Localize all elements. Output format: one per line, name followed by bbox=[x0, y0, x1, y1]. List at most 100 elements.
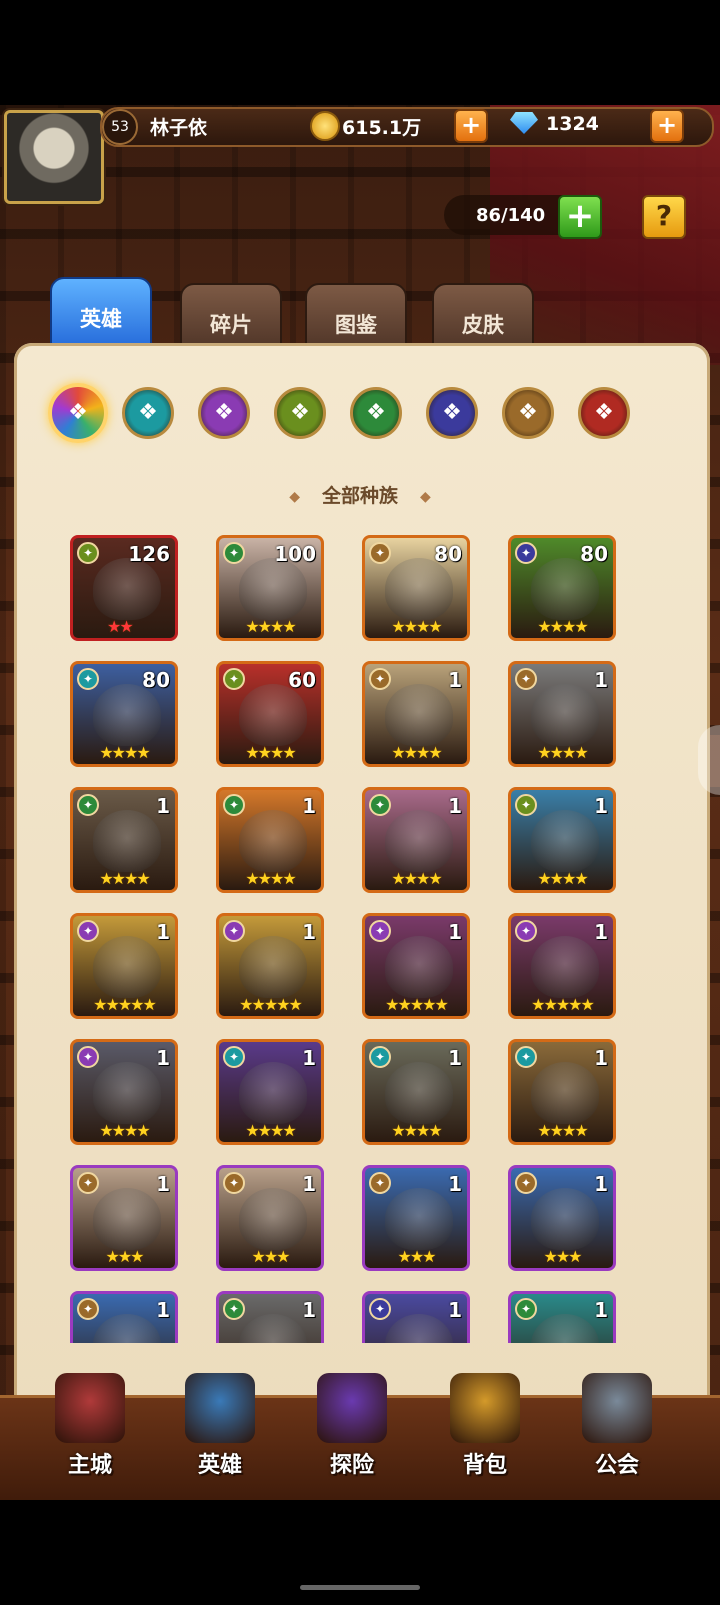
hero-card[interactable]: ✦ 100 ★★★★ bbox=[216, 535, 324, 641]
hero-level: 1 bbox=[594, 1172, 608, 1196]
hero-card[interactable]: ✦ 1 ★★★★ bbox=[70, 1039, 178, 1145]
hero-portrait bbox=[531, 810, 599, 872]
hero-portrait bbox=[93, 1314, 161, 1343]
hero-portrait bbox=[239, 1188, 307, 1250]
hero-card[interactable]: ✦ 1 ★★★★ bbox=[508, 661, 616, 767]
hero-race-icon: ✦ bbox=[223, 1298, 245, 1320]
demon-race-icon[interactable]: ❖ bbox=[426, 387, 478, 439]
hero-race-icon: ✦ bbox=[77, 1172, 99, 1194]
hero-stars: ★★★★ bbox=[99, 743, 150, 762]
hero-race-icon: ✦ bbox=[223, 794, 245, 816]
add-diamond-button[interactable]: + bbox=[650, 109, 684, 143]
hero-race-icon: ✦ bbox=[77, 794, 99, 816]
hero-card[interactable]: ✦ 1 ★★★ bbox=[70, 1165, 178, 1271]
race-filter-title: ◆ 全部种族 ◆ bbox=[0, 481, 720, 508]
hero-level: 1 bbox=[448, 920, 462, 944]
player-avatar[interactable] bbox=[4, 110, 104, 204]
nav-guild-tower[interactable]: 公会 bbox=[562, 1373, 672, 1493]
hero-level: 1 bbox=[156, 1172, 170, 1196]
hero-level: 80 bbox=[142, 668, 170, 692]
hero-portrait bbox=[385, 684, 453, 746]
hero-stars: ★★★★ bbox=[391, 617, 442, 636]
hero-level: 1 bbox=[448, 1298, 462, 1322]
hero-portrait bbox=[531, 1188, 599, 1250]
hero-capacity: 86/140 bbox=[476, 205, 546, 226]
hero-stars: ★★★ bbox=[543, 1247, 582, 1266]
hero-card[interactable]: ✦ 80 ★★★★ bbox=[362, 535, 470, 641]
green-eye-race-icon[interactable]: ❖ bbox=[274, 387, 326, 439]
hero-portrait bbox=[531, 1314, 599, 1343]
leaf-race-icon[interactable]: ❖ bbox=[350, 387, 402, 439]
hero-stars: ★★★★ bbox=[245, 743, 296, 762]
hero-race-icon: ✦ bbox=[515, 542, 537, 564]
hero-portrait bbox=[93, 684, 161, 746]
hero-card[interactable]: ✦ 1 ★★★★★ bbox=[70, 913, 178, 1019]
hero-card[interactable]: ✦ 1 ★★★★ bbox=[362, 1039, 470, 1145]
hero-card[interactable]: ✦1★★★ bbox=[362, 1165, 470, 1271]
hero-card[interactable]: ✦ 126 ★★ bbox=[70, 535, 178, 641]
race-title-label: 全部种族 bbox=[321, 485, 398, 507]
hero-race-icon: ✦ bbox=[369, 920, 391, 942]
hero-level: 1 bbox=[448, 668, 462, 692]
nav-castle[interactable]: 主城 bbox=[35, 1373, 145, 1493]
hero-card[interactable]: ✦ 80 ★★★★ bbox=[70, 661, 178, 767]
hero-card[interactable]: ✦ 1 ★★★★★ bbox=[362, 913, 470, 1019]
hero-icon bbox=[185, 1373, 255, 1443]
purple-race-icon[interactable]: ❖ bbox=[198, 387, 250, 439]
hero-portrait bbox=[385, 936, 453, 998]
add-gold-button[interactable]: + bbox=[454, 109, 488, 143]
hero-level: 1 bbox=[302, 794, 316, 818]
expand-capacity-button[interactable]: + bbox=[558, 195, 602, 239]
hero-level: 1 bbox=[594, 668, 608, 692]
hero-card[interactable]: ✦1★★★ bbox=[508, 1291, 616, 1343]
hero-card[interactable]: ✦ 1 ★★★★ bbox=[70, 787, 178, 893]
hero-race-icon: ✦ bbox=[77, 1046, 99, 1068]
hero-card[interactable]: ✦ 1 ★★★★ bbox=[362, 661, 470, 767]
hero-level: 1 bbox=[448, 1046, 462, 1070]
all-races-icon[interactable]: ❖ bbox=[48, 383, 108, 443]
hero-stars: ★★★★ bbox=[245, 869, 296, 888]
hero-card[interactable]: ✦1★★★ bbox=[216, 1291, 324, 1343]
hero-card[interactable]: ✦1★★★ bbox=[216, 1165, 324, 1271]
hero-race-icon: ✦ bbox=[369, 1046, 391, 1068]
hero-race-icon: ✦ bbox=[515, 794, 537, 816]
hero-stars: ★★★ bbox=[251, 1247, 290, 1266]
gesture-bar[interactable] bbox=[300, 1585, 420, 1590]
hero-level: 1 bbox=[156, 1298, 170, 1322]
hero-portrait bbox=[531, 558, 599, 620]
hero-stars: ★★★★★ bbox=[385, 995, 449, 1014]
hero-stars: ★★★★★ bbox=[531, 995, 595, 1014]
hero-card[interactable]: ✦ 60 ★★★★ bbox=[216, 661, 324, 767]
hero-card[interactable]: ✦ 1 ★★★★ bbox=[216, 1039, 324, 1145]
teal-race-icon[interactable]: ❖ bbox=[122, 387, 174, 439]
hero-card[interactable]: ✦1★★★ bbox=[70, 1291, 178, 1343]
hero-card[interactable]: ✦ 80 ★★★★ bbox=[508, 535, 616, 641]
race-filter-row: ❖ ❖ ❖ ❖ ❖ ❖ ❖ ❖ bbox=[46, 383, 646, 447]
player-level-badge: 53 bbox=[102, 109, 138, 145]
game-screen: 53 林子依 615.1万 + 1324 + 86/140 + ? 英雄 碎片 图鉴… bbox=[0, 105, 720, 1500]
hero-card[interactable]: ✦ 1 ★★★★ bbox=[508, 1039, 616, 1145]
hero-card[interactable]: ✦ 1 ★★★★ bbox=[362, 787, 470, 893]
diamond-ornament-icon: ◆ bbox=[420, 488, 431, 505]
hero-card[interactable]: ✦1★★★ bbox=[362, 1291, 470, 1343]
help-button[interactable]: ? bbox=[642, 195, 686, 239]
hero-stars: ★★★★ bbox=[99, 1121, 150, 1140]
hero-portrait bbox=[239, 558, 307, 620]
side-drawer-handle[interactable] bbox=[698, 725, 720, 795]
hero-card[interactable]: ✦ 1 ★★★★ bbox=[216, 787, 324, 893]
fire-race-icon[interactable]: ❖ bbox=[578, 387, 630, 439]
hero-portrait bbox=[239, 684, 307, 746]
hero-card[interactable]: ✦ 1 ★★★★★ bbox=[216, 913, 324, 1019]
hero-race-icon: ✦ bbox=[369, 1298, 391, 1320]
nav-portal[interactable]: 探险 bbox=[297, 1373, 407, 1493]
hero-stars: ★★★ bbox=[105, 1247, 144, 1266]
hero-level: 1 bbox=[594, 1046, 608, 1070]
hero-card[interactable]: ✦ 1 ★★★★★ bbox=[508, 913, 616, 1019]
hero-portrait bbox=[531, 684, 599, 746]
hero-card[interactable]: ✦1★★★ bbox=[508, 1165, 616, 1271]
nav-hero[interactable]: 英雄 bbox=[165, 1373, 275, 1493]
hero-card[interactable]: ✦ 1 ★★★★ bbox=[508, 787, 616, 893]
nav-backpack[interactable]: 背包 bbox=[430, 1373, 540, 1493]
light-race-icon[interactable]: ❖ bbox=[502, 387, 554, 439]
hero-level: 1 bbox=[594, 794, 608, 818]
